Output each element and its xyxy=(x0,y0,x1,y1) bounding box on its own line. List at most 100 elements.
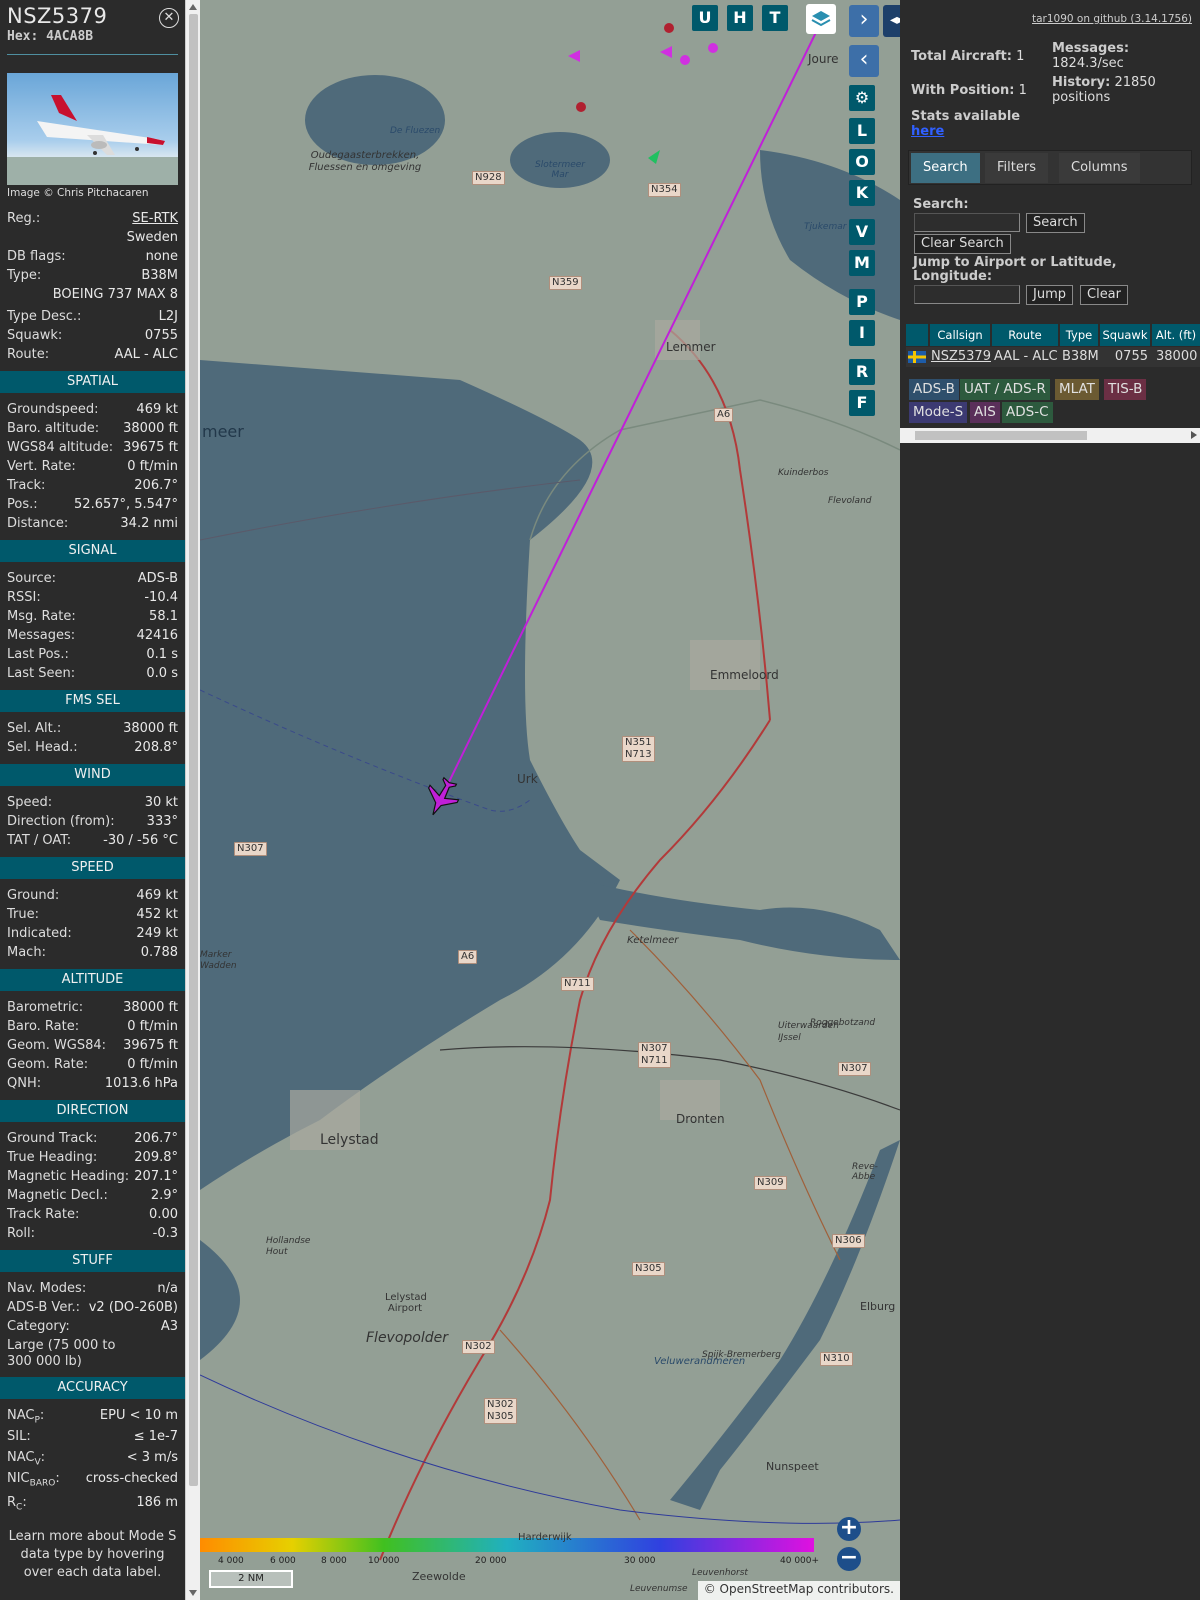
spatial-label[interactable]: WGS84 altitude: xyxy=(7,438,113,457)
speed-label[interactable]: Ground: xyxy=(7,886,59,905)
hscroll-thumb[interactable] xyxy=(915,431,1087,440)
wind-label[interactable]: Direction (from): xyxy=(7,812,115,831)
altitude-label[interactable]: QNH: xyxy=(7,1074,41,1093)
section-signal[interactable]: SIGNAL xyxy=(0,540,185,562)
column-header-squawk[interactable]: Squawk xyxy=(1100,324,1152,346)
map-button-f[interactable]: F xyxy=(849,390,875,416)
map-button-o[interactable]: O xyxy=(849,149,875,175)
signal-label[interactable]: Last Pos.: xyxy=(7,645,69,664)
direction-label[interactable]: Ground Track: xyxy=(7,1129,97,1148)
scroll-thumb[interactable] xyxy=(189,14,198,1486)
chevron-left-icon[interactable]: ‹ xyxy=(849,45,879,77)
table-hscrollbar[interactable] xyxy=(900,428,1200,443)
search-input[interactable] xyxy=(914,213,1020,232)
map-button-r[interactable]: R xyxy=(849,359,875,385)
reg-link[interactable]: SE-RTK xyxy=(132,209,178,228)
layers-icon[interactable] xyxy=(806,4,836,34)
signal-label[interactable]: Last Seen: xyxy=(7,664,75,683)
section-spatial[interactable]: SPATIAL xyxy=(0,371,185,393)
nicbaro-label[interactable]: NICBARO: xyxy=(7,1469,60,1493)
scroll-down-icon[interactable] xyxy=(189,1590,197,1596)
section-wind[interactable]: WIND xyxy=(0,764,185,786)
direction-label[interactable]: True Heading: xyxy=(7,1148,97,1167)
map-button-p[interactable]: P xyxy=(849,289,875,315)
column-header-route[interactable]: Route xyxy=(992,324,1060,346)
github-link[interactable]: tar1090 on github (3.14.1756) xyxy=(1032,13,1192,25)
map-button-k[interactable]: K xyxy=(849,180,875,206)
map-view[interactable]: Joure Lemmer Emmeloord Urk Lelystad Dron… xyxy=(200,0,900,1600)
jump-input[interactable] xyxy=(914,285,1020,304)
signal-label[interactable]: RSSI: xyxy=(7,588,41,607)
gear-icon[interactable]: ⚙ xyxy=(849,85,875,111)
spatial-label[interactable]: Distance: xyxy=(7,514,68,533)
direction-label[interactable]: Roll: xyxy=(7,1224,35,1243)
map-button-h[interactable]: H xyxy=(727,5,753,31)
badge-adsb[interactable]: ADS-B xyxy=(909,379,959,400)
badge-adsc[interactable]: ADS-C xyxy=(1002,402,1053,423)
tab-search[interactable]: Search xyxy=(911,153,980,183)
expand-panel-icon[interactable]: ◂▸ xyxy=(883,5,900,37)
badge-uat[interactable]: UAT / ADS-R xyxy=(960,379,1050,400)
altitude-label[interactable]: Geom. Rate: xyxy=(7,1055,88,1074)
badge-tisb[interactable]: TIS-B xyxy=(1104,379,1147,400)
sil-label[interactable]: SIL: xyxy=(7,1427,31,1448)
close-icon[interactable]: ✕ xyxy=(159,8,179,28)
speed-label[interactable]: Indicated: xyxy=(7,924,72,943)
altitude-label[interactable]: Barometric: xyxy=(7,998,83,1017)
section-accuracy[interactable]: ACCURACY xyxy=(0,1377,185,1399)
signal-label[interactable]: Source: xyxy=(7,569,56,588)
direction-label[interactable]: Magnetic Heading: xyxy=(7,1167,129,1186)
tab-columns[interactable]: Columns xyxy=(1059,153,1140,183)
signal-label[interactable]: Messages: xyxy=(7,626,75,645)
spatial-label[interactable]: Vert. Rate: xyxy=(7,457,76,476)
fms-label[interactable]: Sel. Head.: xyxy=(7,738,78,757)
direction-label[interactable]: Magnetic Decl.: xyxy=(7,1186,108,1205)
scroll-right-icon[interactable] xyxy=(1191,431,1197,439)
spatial-label[interactable]: Groundspeed: xyxy=(7,400,98,419)
signal-label[interactable]: Msg. Rate: xyxy=(7,607,76,626)
chevron-right-icon[interactable]: › xyxy=(849,5,879,37)
column-header-callsign[interactable]: Callsign xyxy=(930,324,992,346)
wind-label[interactable]: TAT / OAT: xyxy=(7,831,71,850)
column-header-type[interactable]: Type xyxy=(1060,324,1100,346)
speed-label[interactable]: Mach: xyxy=(7,943,46,962)
section-altitude[interactable]: ALTITUDE xyxy=(0,969,185,991)
rc-label[interactable]: RC: xyxy=(7,1493,27,1514)
fms-label[interactable]: Sel. Alt.: xyxy=(7,719,61,738)
map-button-u[interactable]: U xyxy=(692,5,718,31)
map-button-v[interactable]: V xyxy=(849,219,875,245)
clear-search-button[interactable]: Clear Search xyxy=(914,234,1011,254)
nacp-label[interactable]: NACP: xyxy=(7,1406,44,1427)
wind-label[interactable]: Speed: xyxy=(7,793,52,812)
tab-filters[interactable]: Filters xyxy=(985,153,1048,183)
direction-label[interactable]: Track Rate: xyxy=(7,1205,79,1224)
section-direction[interactable]: DIRECTION xyxy=(0,1100,185,1122)
nacv-label[interactable]: NACV: xyxy=(7,1448,45,1469)
section-stuff[interactable]: STUFF xyxy=(0,1250,185,1272)
aircraft-photo[interactable] xyxy=(7,73,178,185)
altitude-label[interactable]: Baro. Rate: xyxy=(7,1017,79,1036)
altitude-label[interactable]: Geom. WGS84: xyxy=(7,1036,106,1055)
badge-mlat[interactable]: MLAT xyxy=(1055,379,1099,400)
map-button-t[interactable]: T xyxy=(762,5,788,31)
speed-label[interactable]: True: xyxy=(7,905,39,924)
stats-link[interactable]: here xyxy=(911,124,944,139)
section-speed[interactable]: SPEED xyxy=(0,857,185,879)
map-button-l[interactable]: L xyxy=(849,118,875,144)
spatial-label[interactable]: Pos.: xyxy=(7,495,38,514)
map-attribution[interactable]: © OpenStreetMap contributors. xyxy=(697,1581,900,1600)
zoom-in-icon[interactable]: + xyxy=(837,1517,861,1541)
column-header-alt[interactable]: Alt. (ft) xyxy=(1152,324,1200,346)
column-header-flag[interactable] xyxy=(906,324,930,346)
badge-modes[interactable]: Mode-S xyxy=(909,402,968,423)
map-button-m[interactable]: M xyxy=(849,250,875,276)
spatial-label[interactable]: Baro. altitude: xyxy=(7,419,99,438)
clear-button[interactable]: Clear xyxy=(1080,285,1128,305)
zoom-out-icon[interactable]: − xyxy=(837,1547,861,1571)
spatial-label[interactable]: Track: xyxy=(7,476,45,495)
search-button[interactable]: Search xyxy=(1026,213,1085,233)
section-fms[interactable]: FMS SEL xyxy=(0,690,185,712)
badge-ais[interactable]: AIS xyxy=(970,402,1000,423)
table-cell-callsign[interactable]: NSZ5379 xyxy=(930,347,992,367)
scroll-up-icon[interactable] xyxy=(189,4,197,10)
